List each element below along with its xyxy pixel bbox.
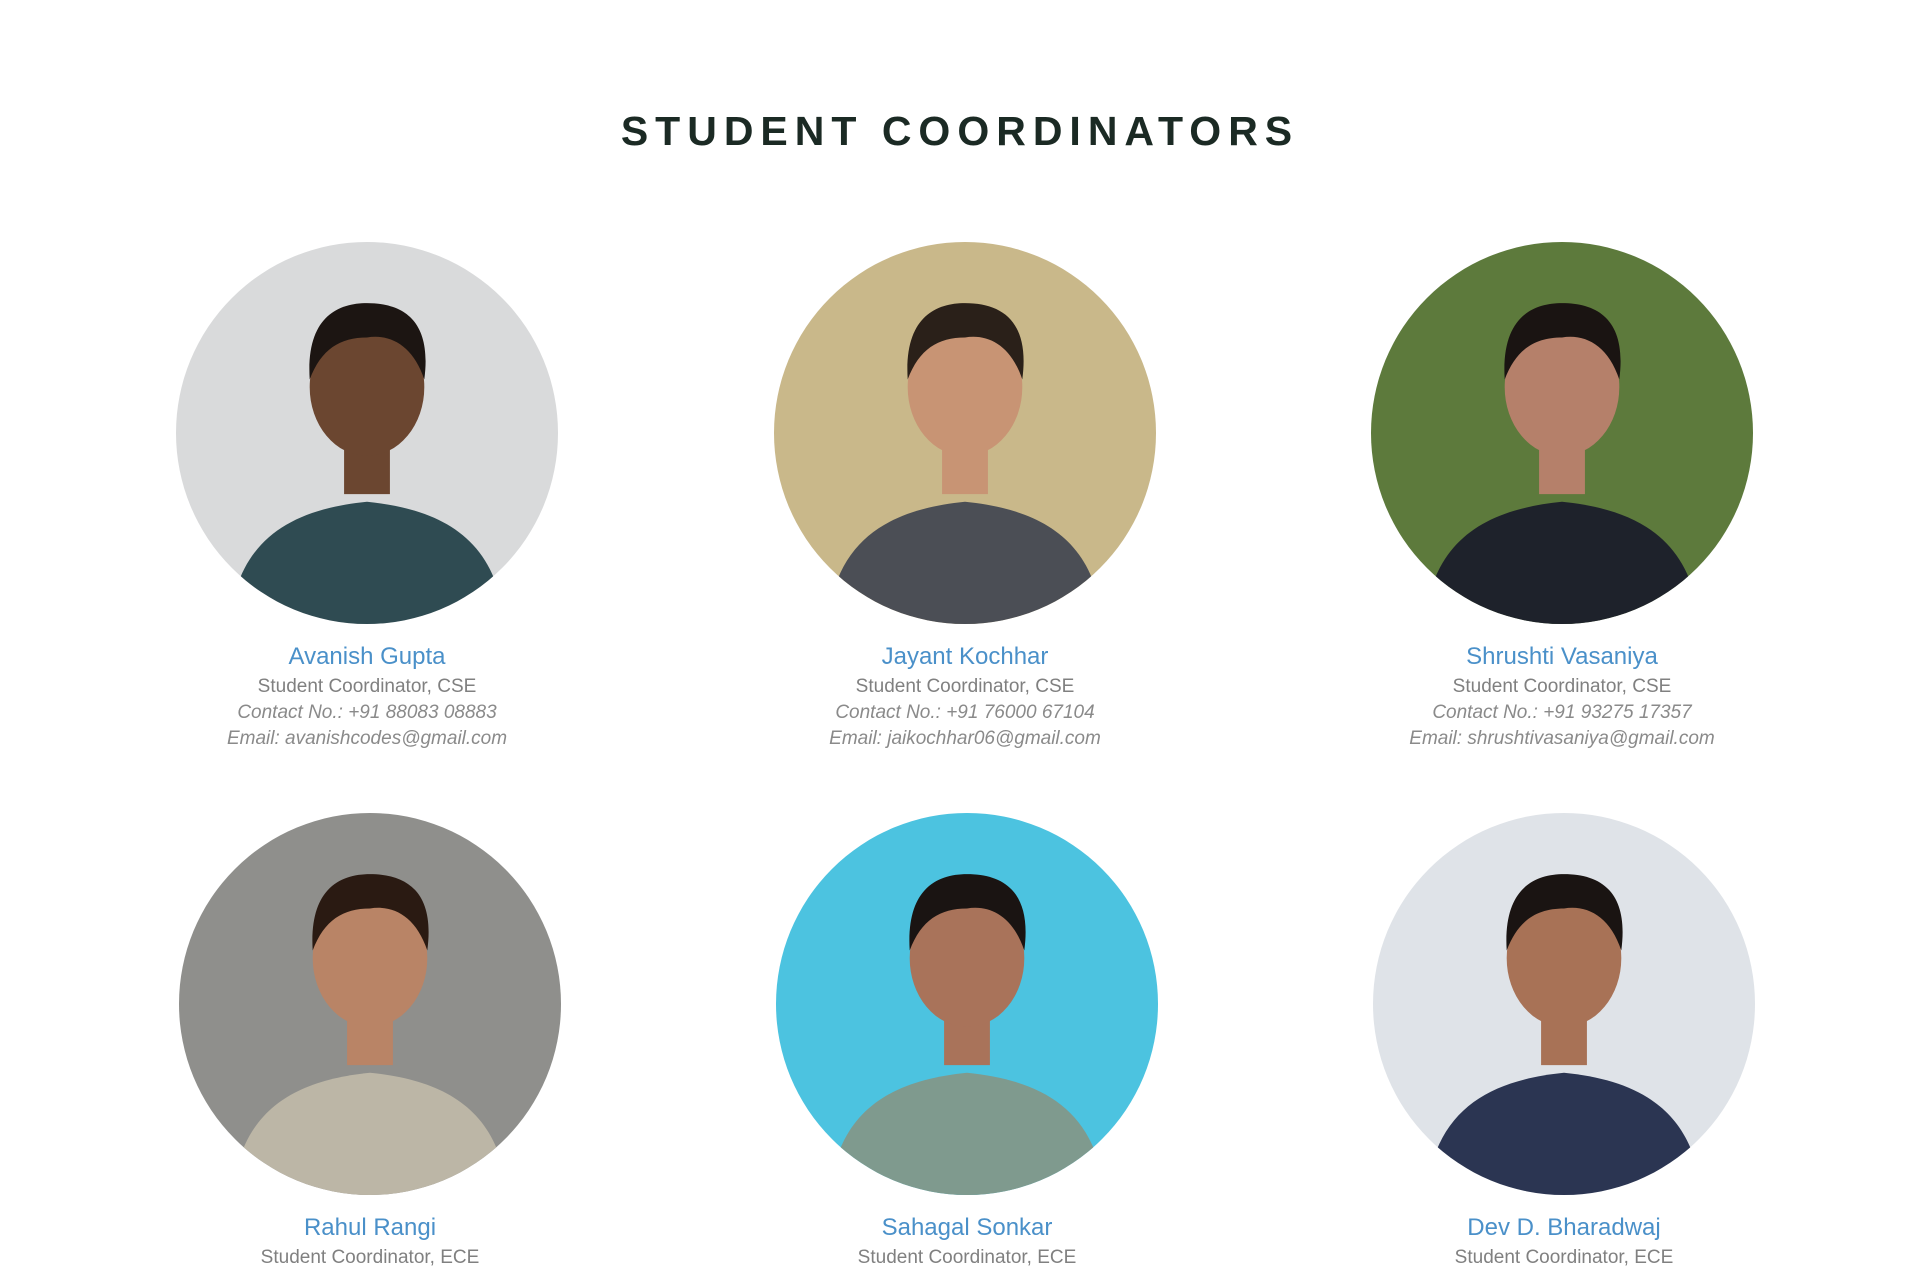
coordinator-role: Student Coordinator, ECE [1454,1247,1674,1268]
coordinator-photo [179,813,561,1195]
section-title: STUDENT COORDINATORS [620,108,1300,154]
coordinator-role: Student Coordinator, CSE [1452,676,1672,697]
portrait-image [179,813,561,1195]
coordinator-name[interactable]: Dev D. Bharadwaj [1354,1213,1774,1243]
coordinator-name[interactable]: Rahul Rangi [160,1213,580,1243]
portrait-image [1373,813,1755,1195]
coordinator-email: Email: shrushtivasaniya@gmail.com [1409,728,1715,749]
coordinator-email: Email: jaikochhar06@gmail.com [829,728,1101,749]
coordinator-photo [774,242,1156,624]
coordinator-role: Student Coordinator, ECE [857,1247,1077,1268]
coordinator-email: Email: avanishcodes@gmail.com [226,728,508,749]
coordinator-contact: Contact No.: +91 93275 17357 [1432,702,1692,723]
coordinator-photo [176,242,558,624]
coordinator-card: Avanish Gupta Student Coordinator, CSE C… [157,242,577,752]
portrait-image [776,813,1158,1195]
coordinator-card: Jayant Kochhar Student Coordinator, CSE … [755,242,1175,752]
coordinator-photo [776,813,1158,1195]
coordinator-contact: Contact No.: +91 88083 08883 [237,702,497,723]
coordinator-contact: Contact No.: +91 76000 67104 [835,702,1095,723]
coordinator-photo [1371,242,1753,624]
portrait-image [1371,242,1753,624]
coordinator-card: Rahul Rangi Student Coordinator, ECE [160,813,580,1268]
coordinator-role: Student Coordinator, ECE [260,1247,480,1268]
page: STUDENT COORDINATORS Avanish Gupta Stude… [0,0,1920,1268]
portrait-image [176,242,558,624]
coordinator-card: Sahagal Sonkar Student Coordinator, ECE [757,813,1177,1268]
coordinator-role: Student Coordinator, CSE [855,676,1075,697]
coordinator-name[interactable]: Sahagal Sonkar [757,1213,1177,1243]
portrait-image [774,242,1156,624]
coordinator-name[interactable]: Shrushti Vasaniya [1352,642,1772,672]
coordinator-card: Shrushti Vasaniya Student Coordinator, C… [1352,242,1772,752]
coordinator-name[interactable]: Jayant Kochhar [755,642,1175,672]
coordinator-name[interactable]: Avanish Gupta [157,642,577,672]
coordinator-photo [1373,813,1755,1195]
coordinator-card: Dev D. Bharadwaj Student Coordinator, EC… [1354,813,1774,1268]
coordinator-role: Student Coordinator, CSE [257,676,477,697]
